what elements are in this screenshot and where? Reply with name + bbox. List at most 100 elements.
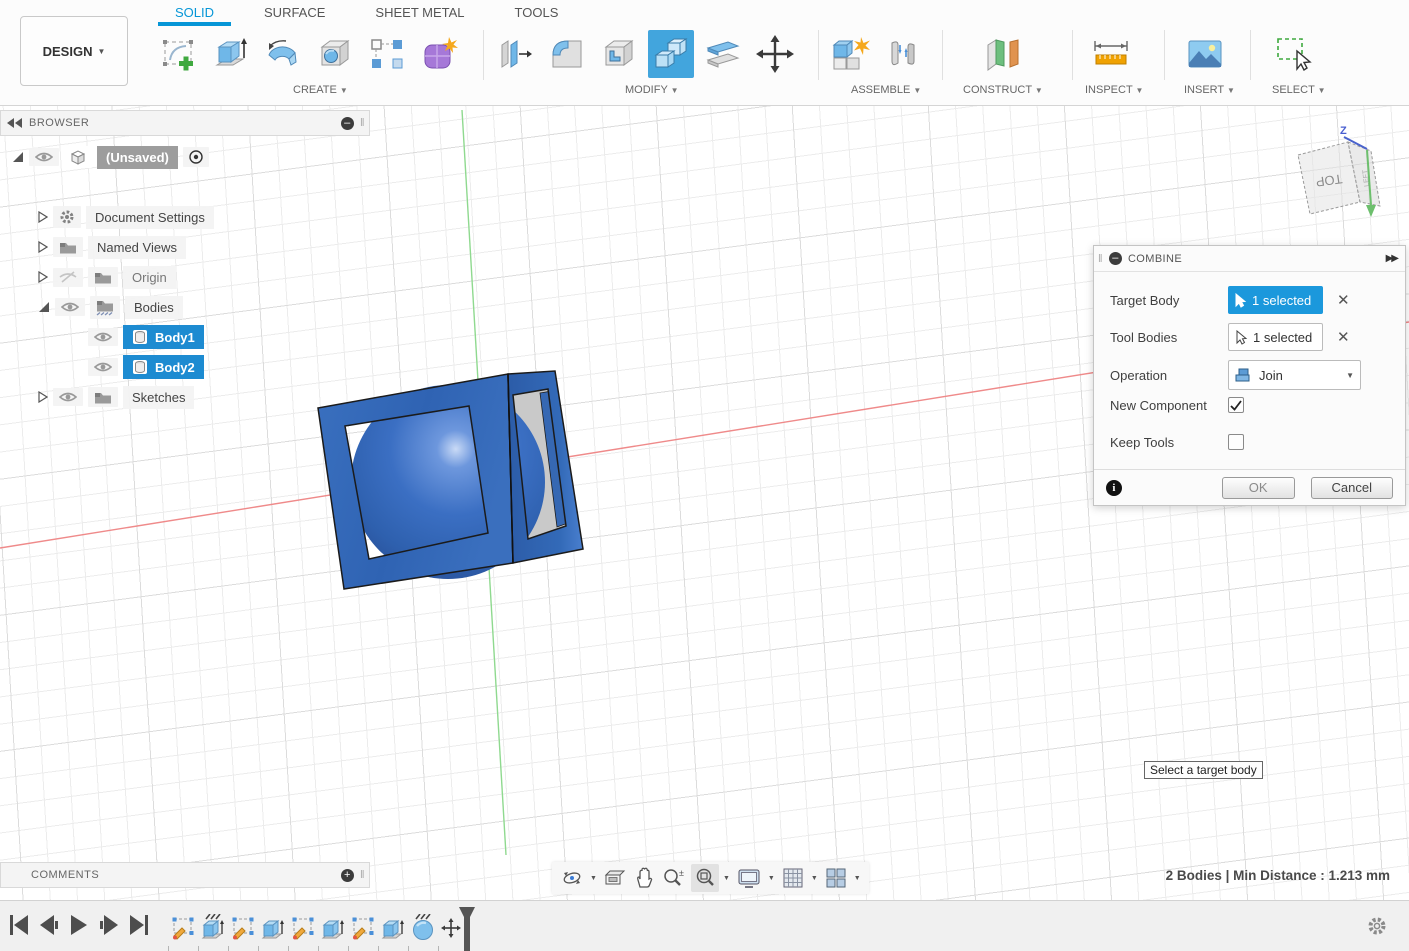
revolve-icon[interactable] — [260, 30, 306, 78]
combine-dialog-header[interactable]: ‖ – COMBINE ▶▶ — [1094, 246, 1405, 272]
timeline-sketch-feature[interactable] — [350, 914, 376, 940]
create-form-icon[interactable] — [416, 30, 462, 78]
extrude-icon[interactable] — [208, 30, 254, 78]
timeline-move-feature[interactable] — [441, 914, 461, 940]
collapsed-arrow-icon[interactable] — [38, 391, 48, 403]
collapse-panel-icon[interactable] — [7, 118, 23, 128]
tab-solid[interactable]: SOLID — [150, 0, 239, 26]
minimize-dialog-icon[interactable]: – — [1108, 252, 1122, 265]
view-cube[interactable]: TOP LEFT Z — [1297, 125, 1381, 217]
step-forward-button[interactable] — [98, 913, 120, 942]
pan-button[interactable] — [631, 864, 657, 892]
add-comment-icon[interactable]: + — [340, 868, 354, 882]
orbit-dropdown-caret[interactable]: ▼ — [588, 875, 599, 882]
component-cube-icon[interactable] — [64, 146, 92, 168]
expand-arrow-icon[interactable] — [38, 301, 50, 313]
collapsed-arrow-icon[interactable] — [38, 211, 48, 223]
hole-icon[interactable] — [312, 30, 358, 78]
dialog-grip[interactable]: ‖ — [1098, 253, 1103, 265]
zoom-button[interactable]: ± — [659, 864, 689, 892]
browser-grip[interactable]: ‖ — [360, 117, 365, 129]
visibility-eye-icon[interactable] — [29, 148, 59, 166]
grid-dropdown-caret[interactable]: ▼ — [809, 875, 820, 882]
tool-bodies-selection-button[interactable]: 1 selected — [1228, 323, 1323, 351]
hidden-eye-icon[interactable] — [53, 267, 83, 287]
new-component-checkbox[interactable] — [1228, 397, 1244, 413]
timeline-sphere-feature[interactable] — [410, 913, 436, 940]
create-sketch-icon[interactable] — [156, 30, 202, 78]
display-settings-button[interactable] — [734, 864, 764, 892]
dock-dialog-icon[interactable]: ▶▶ — [1386, 253, 1399, 264]
activate-radio-icon[interactable] — [182, 147, 209, 167]
timeline-position-marker[interactable] — [458, 907, 476, 951]
design-workspace-button[interactable]: DESIGN ▼ — [20, 16, 128, 86]
tree-item-label[interactable]: Bodies — [125, 295, 183, 319]
modify-dropdown[interactable]: MODIFY ▼ — [625, 84, 679, 96]
tree-item-label[interactable]: Sketches — [123, 385, 195, 409]
insert-dropdown[interactable]: INSERT ▼ — [1184, 84, 1235, 96]
timeline-extrude-feature[interactable] — [320, 914, 346, 940]
split-body-icon[interactable] — [700, 30, 746, 78]
info-icon[interactable]: i — [1106, 479, 1122, 496]
grid-snaps-button[interactable] — [779, 864, 807, 892]
create-dropdown[interactable]: CREATE ▼ — [293, 84, 348, 96]
visibility-eye-icon[interactable] — [88, 358, 118, 376]
timeline-sketch-feature[interactable] — [290, 914, 316, 940]
keep-tools-checkbox[interactable] — [1228, 434, 1244, 450]
timeline-sketch-feature[interactable] — [230, 914, 256, 940]
tree-item-label[interactable]: Document Settings — [86, 205, 214, 229]
display-dropdown-caret[interactable]: ▼ — [766, 875, 777, 882]
window-zoom-button[interactable] — [690, 864, 719, 892]
inspect-dropdown[interactable]: INSPECT ▼ — [1085, 84, 1143, 96]
tree-item-label[interactable]: Named Views — [88, 235, 186, 259]
construction-plane-icon[interactable] — [980, 30, 1026, 78]
target-body-selection-button[interactable]: 1 selected — [1228, 286, 1323, 314]
clear-tools-icon[interactable]: ✕ — [1337, 328, 1350, 346]
model-bodies[interactable] — [317, 370, 584, 590]
select-dropdown[interactable]: SELECT ▼ — [1272, 84, 1326, 96]
assemble-dropdown[interactable]: ASSEMBLE ▼ — [851, 84, 921, 96]
body-item[interactable]: Body2 — [123, 355, 204, 379]
look-at-button[interactable] — [601, 865, 629, 891]
move-copy-icon[interactable] — [752, 30, 798, 78]
operation-dropdown[interactable]: Join ▼ — [1228, 360, 1361, 390]
visibility-eye-icon[interactable] — [53, 388, 83, 406]
window-zoom-dropdown-caret[interactable]: ▼ — [721, 875, 732, 882]
comments-grip[interactable]: ‖ — [360, 869, 365, 881]
document-name-label[interactable]: (Unsaved) — [97, 145, 178, 169]
fillet-icon[interactable] — [544, 30, 590, 78]
minimize-browser-icon[interactable]: – — [340, 116, 354, 130]
viewports-dropdown-caret[interactable]: ▼ — [852, 875, 863, 882]
construct-dropdown[interactable]: CONSTRUCT ▼ — [963, 84, 1043, 96]
timeline-extrude-feature[interactable] — [200, 913, 226, 940]
timeline-extrude-feature[interactable] — [380, 914, 406, 940]
orbit-button[interactable] — [558, 864, 586, 892]
rectangular-pattern-icon[interactable] — [364, 30, 410, 78]
select-icon[interactable] — [1270, 30, 1316, 78]
timeline-settings-gear-icon[interactable] — [1367, 916, 1387, 941]
collapsed-arrow-icon[interactable] — [38, 241, 48, 253]
shell-icon[interactable] — [596, 30, 642, 78]
tree-item-label[interactable]: Origin — [123, 265, 176, 289]
press-pull-icon[interactable] — [492, 30, 538, 78]
ok-button[interactable]: OK — [1221, 476, 1295, 499]
clear-target-icon[interactable]: ✕ — [1337, 291, 1350, 309]
visibility-eye-icon[interactable] — [88, 328, 118, 346]
expand-arrow-icon[interactable] — [12, 151, 24, 163]
joint-icon[interactable] — [880, 30, 926, 78]
collapsed-arrow-icon[interactable] — [38, 271, 48, 283]
visibility-eye-icon[interactable] — [55, 298, 85, 316]
cancel-button[interactable]: Cancel — [1310, 476, 1393, 499]
go-to-start-button[interactable] — [8, 913, 30, 942]
play-button[interactable] — [68, 913, 90, 942]
tab-sheet-metal[interactable]: SHEET METAL — [350, 0, 489, 26]
timeline-sketch-feature[interactable] — [170, 914, 196, 940]
combine-icon[interactable] — [648, 30, 694, 78]
tab-tools[interactable]: TOOLS — [490, 0, 584, 26]
measure-icon[interactable] — [1088, 30, 1134, 78]
tab-surface[interactable]: SURFACE — [239, 0, 350, 26]
insert-image-icon[interactable] — [1182, 30, 1228, 78]
viewports-button[interactable] — [822, 864, 850, 892]
step-back-button[interactable] — [38, 913, 60, 942]
new-component-icon[interactable] — [828, 30, 874, 78]
